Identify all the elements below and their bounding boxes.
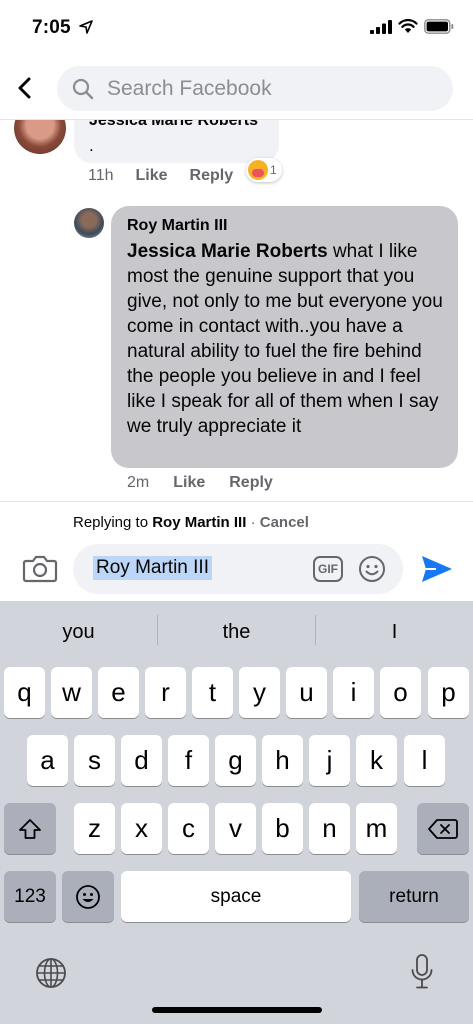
gif-button[interactable]: GIF — [313, 556, 343, 582]
comment-actions: 11h Like Reply — [88, 167, 233, 185]
shift-key[interactable] — [4, 803, 56, 854]
cancel-reply-button[interactable]: Cancel — [260, 514, 309, 531]
shift-icon — [19, 818, 41, 839]
comment-input[interactable]: Roy Martin III GIF — [73, 544, 403, 594]
key-y[interactable]: y — [239, 667, 280, 718]
reply-button[interactable]: Reply — [229, 474, 273, 492]
delete-key[interactable] — [417, 803, 469, 854]
comment-input-text[interactable]: Roy Martin III — [93, 556, 212, 580]
globe-icon[interactable] — [35, 957, 67, 989]
comment-timestamp: 2m — [127, 474, 150, 491]
key-q[interactable]: q — [4, 667, 45, 718]
space-key[interactable]: space — [121, 871, 351, 922]
separator: · — [246, 514, 260, 531]
reaction-count: 1 — [270, 163, 277, 177]
status-bar: 7:05 — [0, 0, 473, 56]
status-time: 7:05 — [32, 17, 71, 38]
key-x[interactable]: x — [121, 803, 162, 854]
key-u[interactable]: u — [286, 667, 327, 718]
comment-author[interactable]: Jessica Marie Roberts — [89, 120, 258, 130]
key-r[interactable]: r — [145, 667, 186, 718]
comment-text: . — [89, 136, 94, 155]
comment-thread: Jessica Marie Roberts . 1 11h Like Reply… — [0, 120, 473, 501]
search-input[interactable] — [107, 66, 437, 111]
suggestion-1[interactable]: you — [0, 601, 157, 663]
signal-icon — [370, 20, 392, 34]
like-button[interactable]: Like — [136, 167, 168, 185]
key-p[interactable]: p — [428, 667, 469, 718]
comment-author[interactable]: Roy Martin III — [127, 217, 227, 235]
key-l[interactable]: l — [404, 735, 445, 786]
location-arrow-icon — [79, 20, 93, 34]
key-b[interactable]: b — [262, 803, 303, 854]
key-w[interactable]: w — [51, 667, 92, 718]
chevron-left-icon — [18, 77, 31, 99]
comment-actions: 2m Like Reply — [127, 474, 273, 492]
comment-timestamp: 11h — [88, 167, 114, 184]
key-g[interactable]: g — [215, 735, 256, 786]
key-o[interactable]: o — [380, 667, 421, 718]
send-icon[interactable] — [420, 554, 454, 584]
key-h[interactable]: h — [262, 735, 303, 786]
key-f[interactable]: f — [168, 735, 209, 786]
camera-icon[interactable] — [22, 552, 58, 584]
mention-link[interactable]: Jessica Marie Roberts — [127, 241, 328, 262]
replying-to-line: Replying to Roy Martin III · Cancel — [73, 514, 309, 531]
battery-icon — [424, 19, 454, 34]
search-bar[interactable] — [57, 66, 453, 111]
key-n[interactable]: n — [309, 803, 350, 854]
microphone-icon[interactable] — [410, 953, 434, 991]
reply-target: Roy Martin III — [152, 514, 247, 531]
replying-to-prefix: Replying to — [73, 514, 153, 531]
care-emoji-icon — [248, 160, 268, 180]
key-m[interactable]: m — [356, 803, 397, 854]
wifi-icon — [398, 19, 418, 33]
like-button[interactable]: Like — [173, 474, 205, 492]
suggestion-2[interactable]: the — [158, 601, 315, 663]
search-icon — [72, 78, 94, 100]
keyboard: you the I q w e r t y u i o p a s d f g … — [0, 601, 473, 1024]
key-s[interactable]: s — [74, 735, 115, 786]
emoji-icon[interactable] — [358, 555, 386, 583]
key-c[interactable]: c — [168, 803, 209, 854]
key-d[interactable]: d — [121, 735, 162, 786]
key-t[interactable]: t — [192, 667, 233, 718]
suggestion-bar: you the I — [0, 601, 473, 663]
search-header — [0, 56, 473, 120]
key-j[interactable]: j — [309, 735, 350, 786]
key-a[interactable]: a — [27, 735, 68, 786]
reaction-badge[interactable]: 1 — [246, 158, 282, 182]
back-button[interactable] — [10, 70, 40, 106]
comment-bubble[interactable]: Jessica Marie Roberts . — [74, 120, 279, 163]
key-e[interactable]: e — [98, 667, 139, 718]
avatar[interactable] — [14, 120, 66, 154]
key-i[interactable]: i — [333, 667, 374, 718]
return-key[interactable]: return — [359, 871, 469, 922]
key-v[interactable]: v — [215, 803, 256, 854]
home-indicator[interactable] — [152, 1007, 322, 1013]
suggestion-3[interactable]: I — [316, 601, 473, 663]
backspace-icon — [428, 818, 458, 839]
key-z[interactable]: z — [74, 803, 115, 854]
comment-text: Jessica Marie Roberts what I like most t… — [127, 239, 449, 439]
key-k[interactable]: k — [356, 735, 397, 786]
reply-composer: Replying to Roy Martin III · Cancel Roy … — [0, 501, 473, 601]
emoji-key[interactable] — [62, 871, 114, 922]
reply-button[interactable]: Reply — [190, 167, 234, 185]
emoji-keyboard-icon — [76, 884, 100, 909]
comment-body: what I like most the genuine support tha… — [127, 241, 443, 437]
avatar[interactable] — [74, 208, 104, 238]
comment-bubble[interactable]: Roy Martin III Jessica Marie Roberts wha… — [111, 206, 458, 468]
numbers-key[interactable]: 123 — [4, 871, 56, 922]
